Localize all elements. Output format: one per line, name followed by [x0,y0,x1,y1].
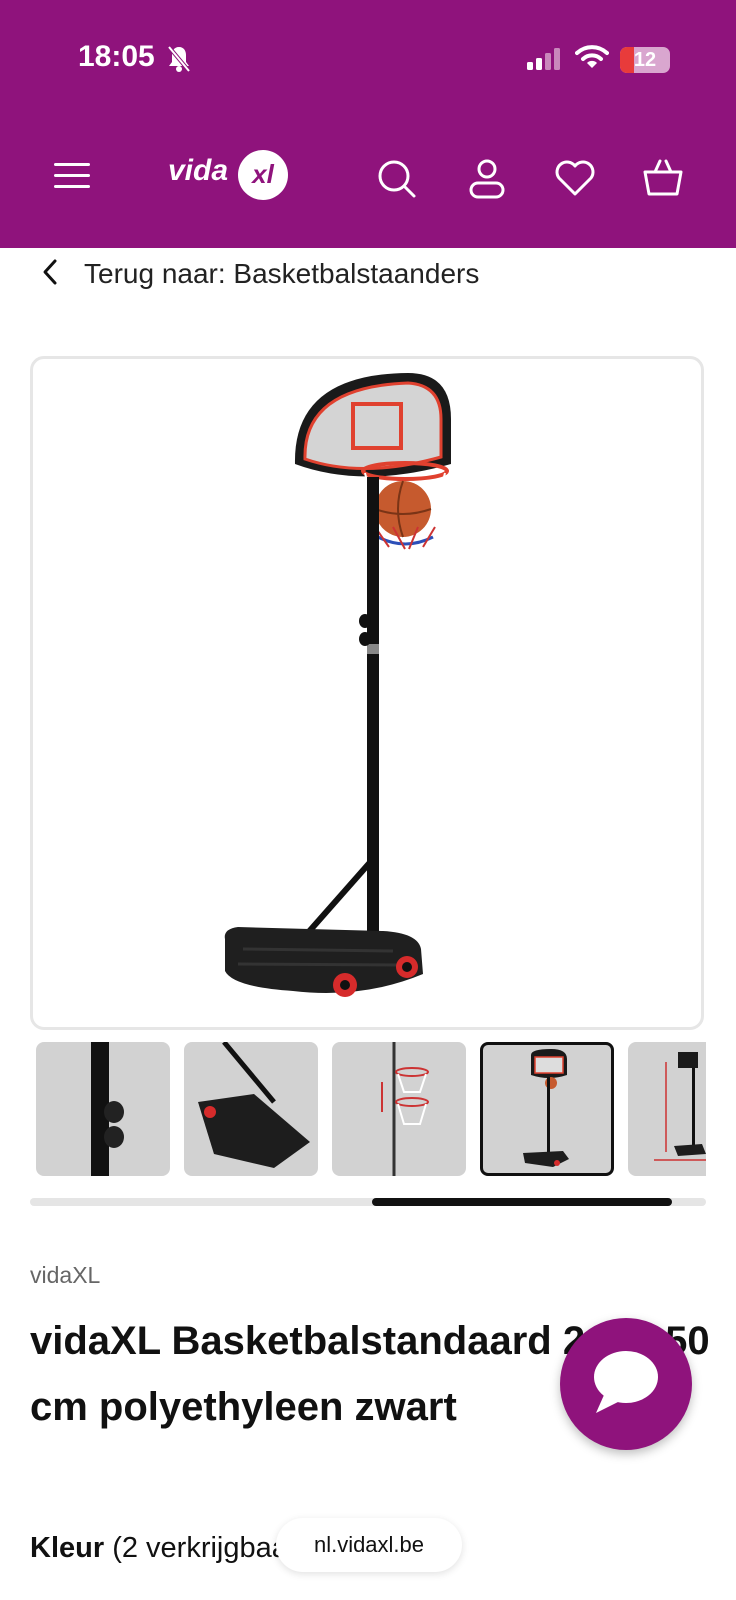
breadcrumb-back-link[interactable]: Terug naar: Basketbalstaanders [84,258,479,290]
product-main-image[interactable] [30,356,704,1030]
account-icon[interactable] [468,158,506,205]
chat-bubble-icon [590,1349,662,1420]
thumbnail-dimensions[interactable] [628,1042,706,1176]
color-option-row[interactable]: Kleur (2 verkrijgbaar) [30,1532,307,1565]
thumbnail-full-product[interactable] [480,1042,614,1176]
battery-level: 12 [633,49,657,71]
cart-basket-icon[interactable] [642,158,684,203]
app-header: 18:05 12 vida xl [0,0,736,248]
wifi-icon [575,44,609,75]
wishlist-heart-icon[interactable] [554,158,596,203]
chat-button[interactable] [560,1318,692,1450]
thumbnail-pole-detail[interactable] [36,1042,170,1176]
color-label: Kleur [30,1532,105,1564]
logo-text: vida [168,154,229,187]
bell-muted-icon [166,44,192,79]
thumbnail-height-range[interactable] [332,1042,466,1176]
browser-url-bar[interactable]: nl.vidaxl.be [276,1518,462,1572]
battery-icon: 12 [620,47,670,73]
logo-badge: xl [238,150,288,200]
cellular-signal-icon [527,48,561,75]
search-icon[interactable] [376,158,418,205]
vidaxl-logo[interactable]: vida xl [168,150,293,210]
product-brand[interactable]: vidaXL [30,1262,100,1289]
thumbnail-base-detail[interactable] [184,1040,318,1176]
browser-url[interactable]: nl.vidaxl.be [314,1532,424,1558]
thumbnail-strip[interactable] [36,1040,706,1180]
status-time: 18:05 [78,40,155,73]
chevron-left-icon[interactable] [40,257,60,292]
thumbnail-scrollbar-thumb[interactable] [372,1198,672,1206]
breadcrumb[interactable]: Terug naar: Basketbalstaanders [40,252,479,296]
menu-icon[interactable] [54,158,92,197]
